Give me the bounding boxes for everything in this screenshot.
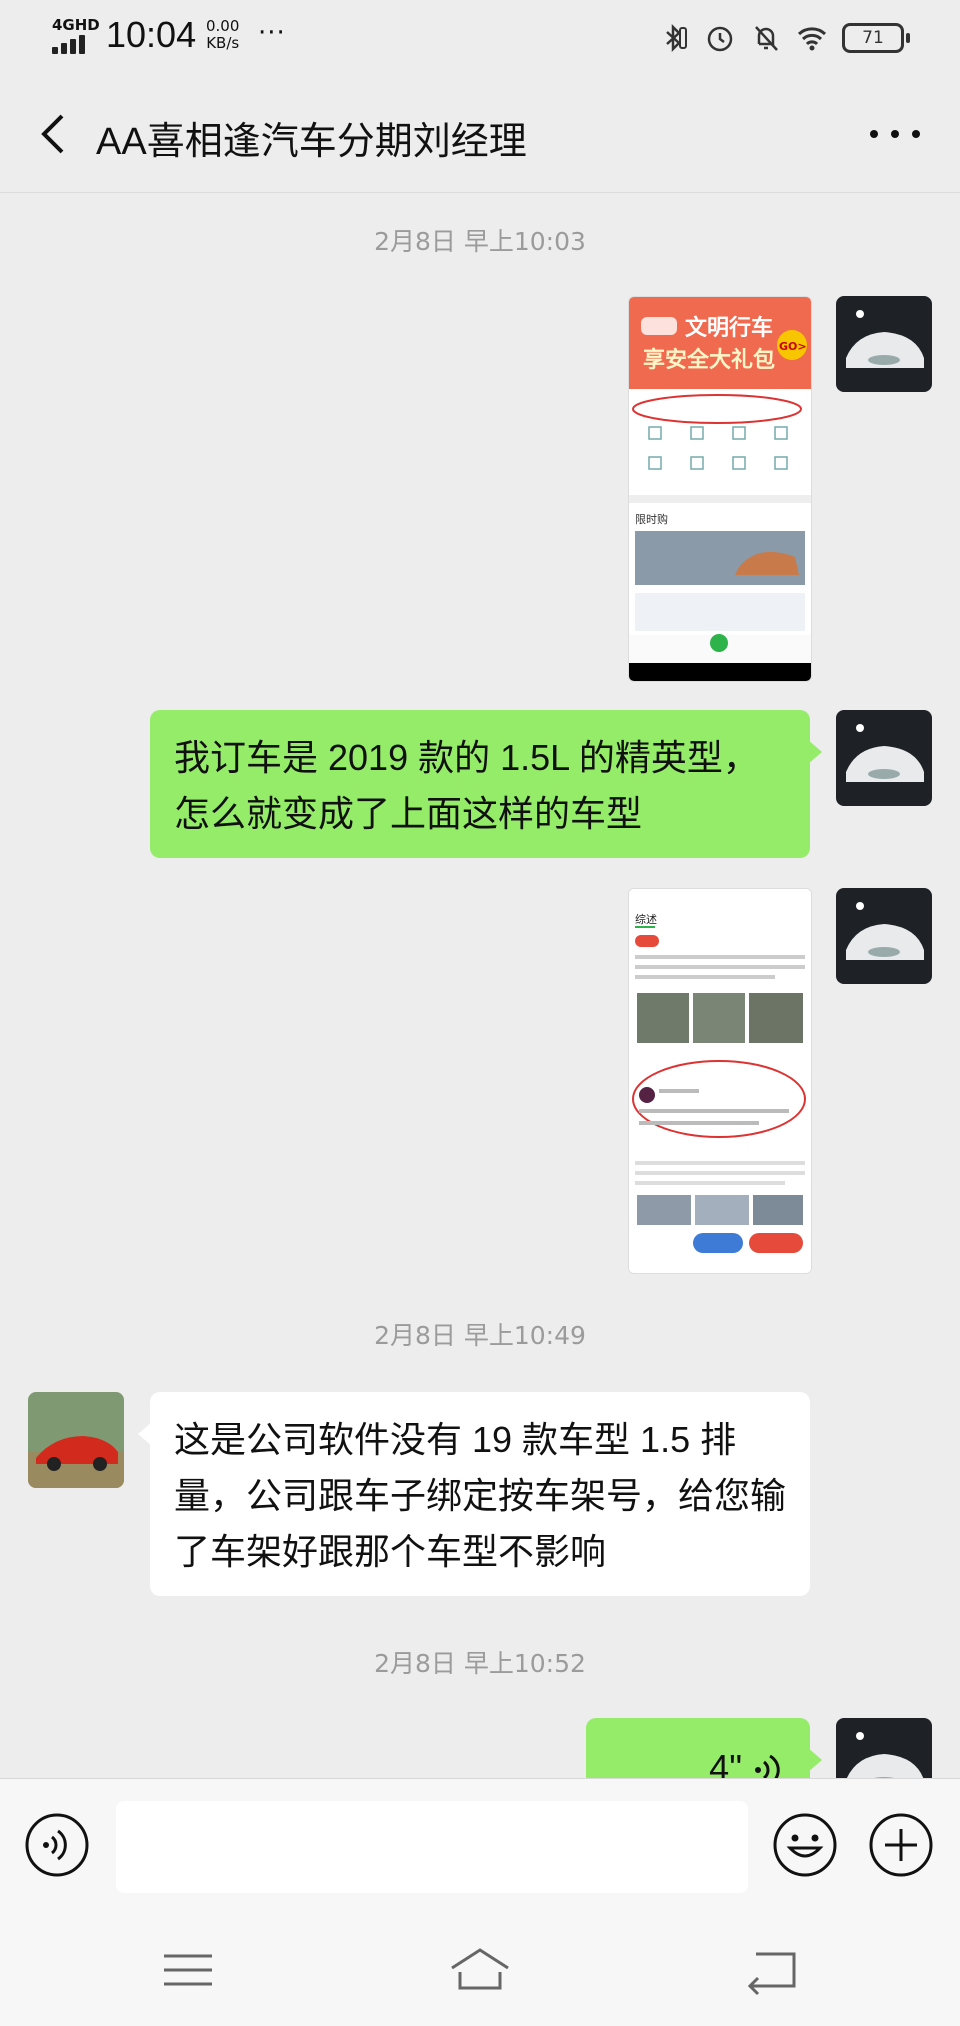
app-screenshot-image: 综述 <box>629 889 811 1273</box>
contact-avatar[interactable] <box>28 1392 124 1488</box>
voice-mode-icon[interactable] <box>24 1812 90 1878</box>
chevron-left-icon[interactable] <box>26 104 86 164</box>
image-message[interactable]: 综述 <box>628 888 812 1274</box>
voice-message-bubble[interactable]: 4" <box>586 1718 822 1778</box>
chat-header: AA喜相逢汽车分期刘经理 <box>0 74 960 193</box>
mute-icon <box>755 26 778 51</box>
speed-value: 0.00 <box>206 17 240 35</box>
go-badge: GO> <box>779 340 807 353</box>
input-bar <box>0 1778 960 1913</box>
network-speed: 0.00 KB/s <box>206 18 239 52</box>
network-type: 4GHD <box>52 16 100 34</box>
message-text: 这是公司软件没有 19 款车型 1.5 排量，公司跟车子绑定按车架号，给您输了车… <box>174 1419 787 1572</box>
my-avatar[interactable] <box>836 1718 932 1778</box>
image-message[interactable]: 文明行车 享安全大礼包 GO> 限时购 <box>628 296 812 682</box>
battery-icon: 71 <box>842 23 910 53</box>
more-status-icon: ··· <box>258 18 286 48</box>
home-icon[interactable] <box>448 1942 512 1998</box>
plus-icon[interactable] <box>868 1812 934 1878</box>
system-nav-bar <box>0 1912 960 2026</box>
my-avatar[interactable] <box>836 888 932 984</box>
alarm-icon <box>707 26 733 52</box>
tab-active: 综述 <box>635 912 657 926</box>
message-input[interactable] <box>116 1801 748 1893</box>
my-avatar[interactable] <box>836 710 932 806</box>
timestamp: 2月8日 早上10:03 <box>374 227 586 256</box>
timestamp: 2月8日 早上10:49 <box>374 1321 586 1350</box>
status-time: 10:04 <box>106 14 197 55</box>
wifi-icon <box>797 27 827 51</box>
chat-title: AA喜相逢汽车分期刘经理 <box>96 121 527 163</box>
section-label: 限时购 <box>635 512 668 526</box>
message-text: 我订车是 2019 款的 1.5L 的精英型，怎么就变成了上面这样的车型 <box>174 737 759 834</box>
received-message-bubble[interactable]: 这是公司软件没有 19 款车型 1.5 排量，公司跟车子绑定按车架号，给您输了车… <box>138 1392 810 1596</box>
back-icon[interactable] <box>740 1942 804 1998</box>
banner-line1: 文明行车 <box>685 315 773 341</box>
emoji-icon[interactable] <box>772 1812 838 1878</box>
app-screenshot-image: 文明行车 享安全大礼包 GO> 限时购 <box>629 297 811 681</box>
voice-wave-icon <box>755 1755 780 1778</box>
menu-icon[interactable] <box>156 1942 220 1998</box>
voice-duration: 4" <box>709 1747 742 1778</box>
voice-message-row: 4" <box>0 1718 960 1778</box>
signal-icon <box>52 34 92 54</box>
speed-unit: KB/s <box>206 34 240 52</box>
my-avatar[interactable] <box>836 296 932 392</box>
timestamp: 2月8日 早上10:52 <box>374 1649 586 1678</box>
sent-message-bubble[interactable]: 我订车是 2019 款的 1.5L 的精英型，怎么就变成了上面这样的车型 <box>150 710 822 858</box>
status-bar: 4GHD 10:04 0.00 KB/s ··· 71 <box>0 0 960 74</box>
more-dots-icon[interactable] <box>860 104 930 164</box>
bluetooth-icon <box>666 23 687 53</box>
banner-line2: 享安全大礼包 <box>643 347 775 373</box>
